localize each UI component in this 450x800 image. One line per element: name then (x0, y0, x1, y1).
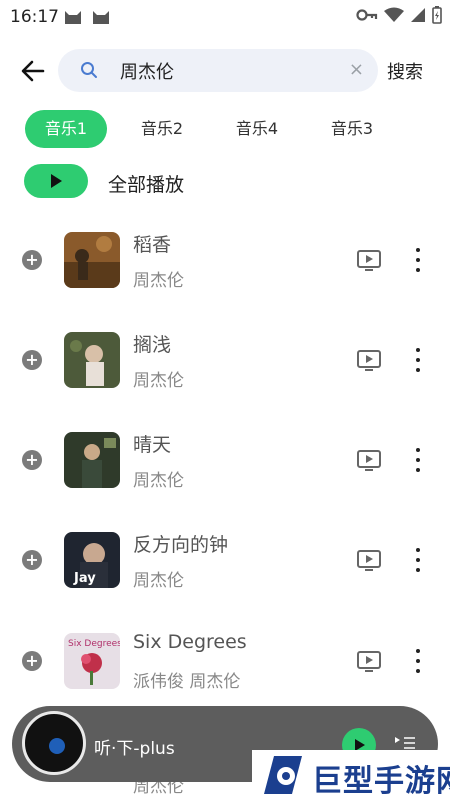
mv-icon[interactable] (357, 350, 381, 372)
more-vertical-icon[interactable] (410, 248, 426, 272)
play-all-button[interactable] (24, 164, 88, 198)
song-row[interactable]: + 稻香 周杰伦 (0, 228, 450, 292)
mv-icon[interactable] (357, 250, 381, 272)
song-artist: 周杰伦 (133, 571, 184, 591)
playlist-icon[interactable] (394, 734, 416, 750)
notification-cat-icon (93, 11, 109, 24)
song-title: 稻香 (133, 234, 172, 256)
play-all-label[interactable]: 全部播放 (108, 170, 184, 197)
search-icon (81, 62, 97, 78)
search-input[interactable] (118, 55, 322, 87)
song-artist: 周杰伦 (133, 271, 184, 291)
album-cover (64, 232, 120, 288)
player-title[interactable]: 听·下-plus (94, 734, 175, 759)
wifi-icon (384, 7, 404, 22)
album-cover (64, 432, 120, 488)
battery-icon (432, 6, 442, 24)
source-tabs: 音乐1 音乐2 音乐4 音乐3 (0, 110, 450, 150)
song-title: 搁浅 (133, 334, 172, 356)
vpn-key-icon (356, 9, 378, 21)
svg-text:Jay: Jay (73, 571, 96, 586)
add-circle-icon[interactable]: + (22, 550, 42, 570)
song-row[interactable]: + Jay 反方向的钟 周杰伦 (0, 528, 450, 592)
album-cover (64, 332, 120, 388)
add-circle-icon[interactable]: + (22, 651, 42, 671)
song-title: 晴天 (133, 434, 172, 456)
song-title: 反方向的钟 (133, 534, 229, 556)
tab-music1[interactable]: 音乐1 (25, 110, 107, 148)
more-vertical-icon[interactable] (410, 448, 426, 472)
song-row[interactable]: + Six Degrees Six Degrees 派伟俊 周杰伦 (0, 629, 450, 693)
watermark-text: 巨型手游网 (312, 764, 450, 799)
clear-icon[interactable]: × (349, 59, 364, 80)
mv-icon[interactable] (357, 550, 381, 572)
search-box[interactable]: × (58, 49, 378, 92)
add-circle-icon[interactable]: + (22, 450, 42, 470)
song-artist: 派伟俊 周杰伦 (133, 672, 241, 692)
song-row[interactable]: + 搁浅 周杰伦 (0, 328, 450, 392)
tab-music4[interactable]: 音乐4 (216, 110, 298, 148)
back-button[interactable] (18, 56, 48, 86)
more-vertical-icon[interactable] (410, 348, 426, 372)
song-artist: 周杰伦 (133, 471, 184, 491)
notification-cat-icon (65, 11, 81, 24)
vinyl-disc-icon[interactable] (22, 711, 86, 775)
more-vertical-icon[interactable] (410, 548, 426, 572)
add-circle-icon[interactable]: + (22, 350, 42, 370)
search-row: × 搜索 (0, 46, 450, 96)
status-bar: 16:17 (0, 0, 450, 34)
song-row[interactable]: + 晴天 周杰伦 (0, 428, 450, 492)
status-time: 16:17 (10, 7, 59, 27)
watermark: 巨型手游网 (252, 750, 450, 800)
album-cover: Jay (64, 532, 120, 588)
more-vertical-icon[interactable] (410, 649, 426, 673)
tab-music2[interactable]: 音乐2 (121, 110, 203, 148)
watermark-logo (264, 756, 302, 794)
status-icons (356, 6, 442, 24)
signal-icon (411, 8, 425, 22)
song-title: Six Degrees (133, 631, 247, 653)
album-cover: Six Degrees (64, 633, 120, 689)
play-icon (51, 174, 62, 188)
mv-icon[interactable] (357, 651, 381, 673)
search-button[interactable]: 搜索 (387, 58, 423, 84)
svg-text:Six Degrees: Six Degrees (68, 639, 120, 649)
back-arrow-icon (21, 60, 45, 82)
mv-icon[interactable] (357, 450, 381, 472)
add-circle-icon[interactable]: + (22, 250, 42, 270)
tab-music3[interactable]: 音乐3 (311, 110, 393, 148)
song-artist: 周杰伦 (133, 371, 184, 391)
